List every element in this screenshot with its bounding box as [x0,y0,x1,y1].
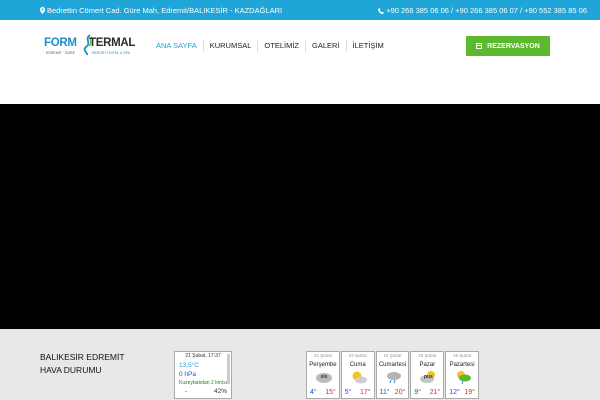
sun-cloud-icon [350,370,368,384]
nav-item-hotel[interactable]: OTELİMİZ [257,40,305,52]
widget-side-strip [227,354,230,384]
forecast-high: 15° [325,389,336,396]
forecast-date: 24 Şubat [383,353,402,358]
current-wind: Kuzeybatıdan 2 km/sa [179,380,229,386]
weather-section: BALIKESİR EDREMİT HAVA DURUMU 21 Şubat, … [0,329,600,400]
weather-title-line2: HAVA DURUMU [40,365,102,375]
nav-item-gallery[interactable]: GALERİ [305,40,346,52]
nav-item-corporate[interactable]: KURUMSAL [202,40,258,52]
forecast-day-name: Cuma [349,362,366,368]
forecast-date: 23 Şubat [348,353,367,358]
site-header: FORM TERMAL EDREMİT · GÜRE RESORT HOTEL … [0,20,600,70]
forecast-day-name: Perşembe [309,362,337,368]
phone-numbers[interactable]: +90 266 385 06 06 / +90 266 385 06 07 / … [378,6,587,15]
fog-icon: sis [315,370,333,384]
site-logo[interactable]: FORM TERMAL EDREMİT · GÜRE RESORT HOTEL … [44,34,136,64]
current-date: 21 Şubat, 17:37 [185,353,221,359]
forecast-high: 17° [360,389,371,396]
weather-title-line1: BALIKESİR EDREMİT [40,352,125,362]
forecast-low: 11° [379,389,390,396]
logo-word-termal: TERMAL [89,37,136,49]
forecast-widget[interactable]: 22 Şubat Perşembe sis 4° 15° 23 Şubat Cu… [306,351,479,399]
nav-item-contact[interactable]: İLETİŞİM [345,40,390,52]
reservation-label: REZERVASYON [487,42,540,50]
forecast-low: 9° [414,389,422,396]
forecast-day: 26 Şubat Pazartesi 12° 19° [445,351,479,399]
address-text: Bedrettin Cömert Cad. Güre Mah, Edremit/… [47,6,283,15]
forecast-day: 22 Şubat Perşembe sis 4° 15° [306,351,340,399]
forecast-high: 19° [464,389,475,396]
nav-item-home[interactable]: ANA SAYFA [150,40,203,52]
address: Bedrettin Cömert Cad. Güre Mah, Edremit/… [40,6,282,15]
calendar-icon [476,43,483,49]
top-contact-bar: Bedrettin Cömert Cad. Güre Mah, Edremit/… [0,0,600,20]
forecast-date: 26 Şubat [453,353,472,358]
main-nav: ANA SAYFA KURUMSAL OTELİMİZ GALERİ İLETİ… [150,40,390,52]
forecast-high: 20° [394,389,406,396]
current-pressure: 0 hPa [179,371,196,378]
forecast-day: 23 Şubat Cuma 5° 17° [340,351,375,399]
map-pin-icon [40,7,45,14]
phone-text[interactable]: +90 266 385 06 06 / +90 266 385 06 07 / … [386,6,587,15]
forecast-date: 22 Şubat [313,353,332,358]
reservation-button[interactable]: REZERVASYON [466,36,550,56]
forecast-low: 12° [449,389,460,396]
forecast-day-name: Pazartesi [449,362,475,368]
phone-icon [378,7,385,14]
forecast-high: 21° [429,389,441,396]
sun-rain-icon [454,370,472,385]
haze-icon: pus [419,370,437,384]
weather-title: BALIKESİR EDREMİT HAVA DURUMU [40,351,125,377]
logo-word-form: FORM [44,37,77,49]
forecast-low: 4° [310,389,317,396]
hero-video[interactable] [0,104,600,329]
forecast-day-name: Cumartesi [378,362,407,368]
current-weather-widget[interactable]: 21 Şubat, 17:37 13,5°C 0 hPa Kuzeybatıda… [174,351,232,399]
current-temperature: 13,5°C [179,362,199,369]
current-humidity: 42% [213,388,227,395]
rain-cloud-icon [385,370,403,384]
logo-tagline-right: RESORT HOTEL & SPA [92,51,130,55]
forecast-day: 25 Şubat Pazar pus 9° 21° [410,351,445,399]
forecast-date: 25 Şubat [418,353,437,358]
forecast-day: 24 Şubat Cumartesi 11° 20° [375,351,410,399]
logo-tagline-left: EDREMİT · GÜRE [46,51,75,55]
forecast-low: 5° [344,389,352,396]
forecast-day-name: Pazar [419,362,436,368]
current-dash: - [185,389,187,395]
